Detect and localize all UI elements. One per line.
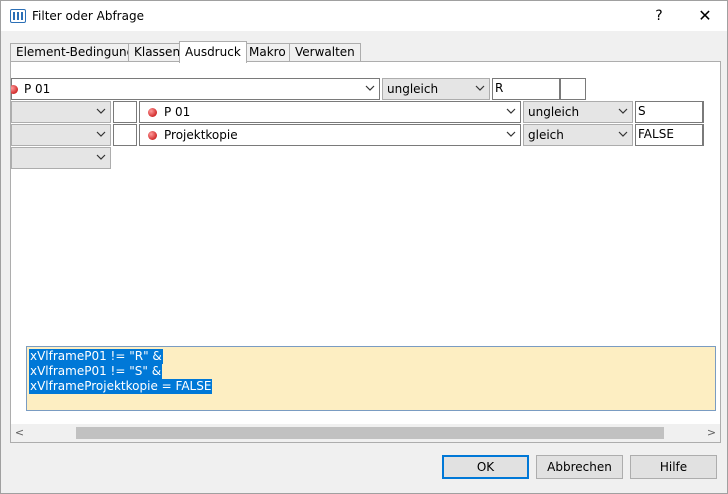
condition-canvas: P 01 ungleich R P 01 ungleich S Projektk…: [11, 62, 720, 424]
chevron-down-icon: [618, 108, 628, 114]
row3-field-select[interactable]: Projektkopie: [139, 124, 521, 146]
scroll-thumb[interactable]: [76, 427, 664, 439]
scroll-right-icon[interactable]: >: [703, 424, 720, 442]
tab-ausdruck[interactable]: Ausdruck: [179, 41, 247, 63]
row3-divider: [703, 124, 704, 146]
chevron-down-icon: [365, 85, 375, 91]
horizontal-scrollbar[interactable]: < >: [11, 424, 720, 442]
chevron-down-icon: [96, 154, 106, 160]
row2-divider: [703, 101, 704, 123]
row3-operator-select[interactable]: gleich: [523, 124, 633, 146]
chevron-down-icon: [618, 131, 628, 137]
tab-element-bedingung[interactable]: Element-Bedingung: [10, 43, 141, 62]
row2-bracket-cell[interactable]: [113, 101, 137, 123]
row1-extra-cell[interactable]: [560, 78, 586, 100]
row3-value-input[interactable]: FALSE: [635, 124, 703, 146]
expression-panel: P 01 ungleich R P 01 ungleich S Projektk…: [10, 61, 721, 443]
row2-value-input[interactable]: S: [635, 101, 703, 123]
ok-button[interactable]: OK: [442, 455, 529, 479]
help-button[interactable]: Hilfe: [630, 455, 717, 479]
row3-logic-select[interactable]: [11, 124, 111, 146]
window-title: Filter oder Abfrage: [32, 9, 144, 23]
filter-dialog: Filter oder Abfrage ? ✕ Element-Bedingun…: [0, 0, 728, 494]
expression-line: xVlframeP01 != "R" &: [29, 349, 163, 364]
chevron-down-icon: [506, 108, 516, 114]
row1-field-value: P 01: [24, 82, 51, 96]
chevron-down-icon: [475, 85, 485, 91]
chevron-down-icon: [96, 131, 106, 137]
row3-value-text: FALSE: [638, 127, 674, 141]
row2-value-text: S: [638, 104, 646, 118]
cancel-button[interactable]: Abbrechen: [536, 455, 623, 479]
help-icon[interactable]: ?: [637, 1, 681, 31]
row2-field-select[interactable]: P 01: [139, 101, 521, 123]
tab-verwalten[interactable]: Verwalten: [289, 43, 361, 62]
tab-klassen[interactable]: Klassen: [128, 43, 187, 62]
scroll-left-icon[interactable]: <: [11, 424, 28, 442]
tab-makro[interactable]: Makro: [243, 43, 292, 62]
chevron-down-icon: [506, 131, 516, 137]
row1-status-dot-icon: [11, 85, 18, 94]
expression-textarea[interactable]: xVlframeP01 != "R" & xVlframeP01 != "S" …: [26, 346, 716, 411]
row1-operator-value: ungleich: [387, 82, 439, 96]
row3-bracket-cell[interactable]: [113, 124, 137, 146]
expression-line: xVlframeP01 != "S" &: [29, 364, 163, 379]
row1-operator-select[interactable]: ungleich: [382, 78, 490, 100]
title-bar: Filter oder Abfrage ? ✕: [1, 1, 727, 31]
row2-field-value: P 01: [164, 105, 191, 119]
row1-field-select[interactable]: P 01: [11, 78, 380, 100]
row3-status-dot-icon: [148, 131, 157, 140]
expression-line: xVlframeProjektkopie = FALSE: [29, 379, 213, 394]
row3-field-value: Projektkopie: [164, 128, 238, 142]
row2-operator-select[interactable]: ungleich: [523, 101, 633, 123]
row2-operator-value: ungleich: [528, 105, 580, 119]
row1-value-input[interactable]: R: [492, 78, 560, 100]
row2-status-dot-icon: [148, 108, 157, 117]
row3-operator-value: gleich: [528, 128, 564, 142]
row1-value-text: R: [495, 81, 504, 95]
row4-logic-select[interactable]: [11, 147, 111, 169]
chevron-down-icon: [96, 108, 106, 114]
close-icon[interactable]: ✕: [683, 1, 727, 31]
row2-logic-select[interactable]: [11, 101, 111, 123]
app-columns-icon: [10, 9, 26, 23]
